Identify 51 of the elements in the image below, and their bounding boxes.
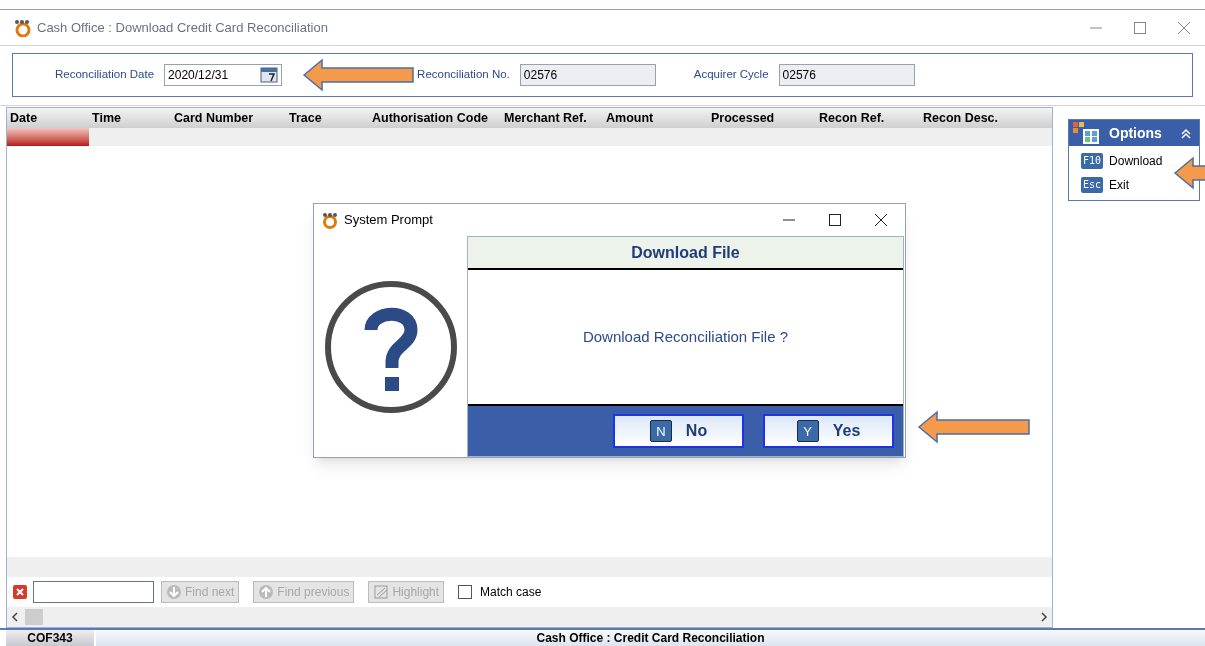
field-label: Reconciliation No. xyxy=(417,67,510,83)
column-header[interactable]: Merchant Ref. xyxy=(501,108,603,128)
menu-item[interactable]: Exit xyxy=(1109,176,1130,194)
dialog-button[interactable]: Y Yes xyxy=(763,414,894,448)
status-title: Cash Office : Credit Card Reconciliation xyxy=(96,630,1205,646)
column-header[interactable]: Processed xyxy=(708,108,816,128)
options-header[interactable]: Options xyxy=(1069,120,1199,146)
readonly-field: 02576 xyxy=(519,64,656,86)
dialog-button[interactable]: N No xyxy=(613,414,744,448)
close-icon[interactable] xyxy=(875,214,887,226)
key-badge: F10 xyxy=(1081,153,1104,169)
column-header[interactable]: Time xyxy=(89,108,171,128)
date-field[interactable]: 2020/12/31 xyxy=(164,64,283,86)
app-logo-icon xyxy=(14,18,31,37)
field-label: Reconciliation Date xyxy=(55,67,155,83)
question-mark-icon xyxy=(323,279,458,414)
key-badge: Y xyxy=(796,420,819,442)
key-badge: Esc xyxy=(1081,177,1104,193)
column-header[interactable]: Card Number xyxy=(171,108,286,128)
calendar-icon[interactable] xyxy=(260,67,279,83)
field-label: Acquirer Cycle xyxy=(693,67,769,83)
key-badge: N xyxy=(649,420,672,442)
scrollbar-thumb[interactable] xyxy=(25,609,43,625)
screen-code: COF343 xyxy=(6,630,94,646)
options-title: Options xyxy=(1109,123,1162,143)
clear-icon[interactable] xyxy=(13,585,27,599)
checkbox-label: Match case xyxy=(480,584,542,601)
column-header[interactable]: Recon Ref. xyxy=(816,108,920,128)
grid-icon xyxy=(1073,122,1101,144)
column-header[interactable]: Authorisation Code xyxy=(369,108,501,128)
menu-item[interactable]: Download xyxy=(1109,152,1163,170)
checkbox[interactable] xyxy=(458,585,473,599)
arrow-annotation xyxy=(1173,156,1205,190)
highlight-icon xyxy=(373,584,390,600)
column-header[interactable]: Trace xyxy=(286,108,369,128)
dialog-message: Download Reconciliation File ? xyxy=(582,326,789,347)
maximize-icon[interactable] xyxy=(829,214,841,226)
dialog-heading: Download File xyxy=(468,237,903,270)
readonly-field: 02576 xyxy=(778,64,915,86)
down-arrow-icon xyxy=(166,584,182,600)
column-header[interactable]: Amount xyxy=(603,108,708,128)
column-header[interactable]: Recon Desc. xyxy=(920,108,1052,128)
dialog-title: System Prompt xyxy=(344,211,433,230)
app-logo-icon xyxy=(322,211,338,229)
up-arrow-icon xyxy=(258,584,275,600)
search-field[interactable] xyxy=(33,581,154,603)
scroll-left-icon[interactable] xyxy=(11,612,19,622)
collapse-icon[interactable] xyxy=(1181,127,1191,139)
window-title: Cash Office : Download Credit Card Reconciliation xyxy=(37,18,328,37)
column-header[interactable]: Date xyxy=(7,108,89,128)
scroll-right-icon[interactable] xyxy=(1040,612,1048,622)
